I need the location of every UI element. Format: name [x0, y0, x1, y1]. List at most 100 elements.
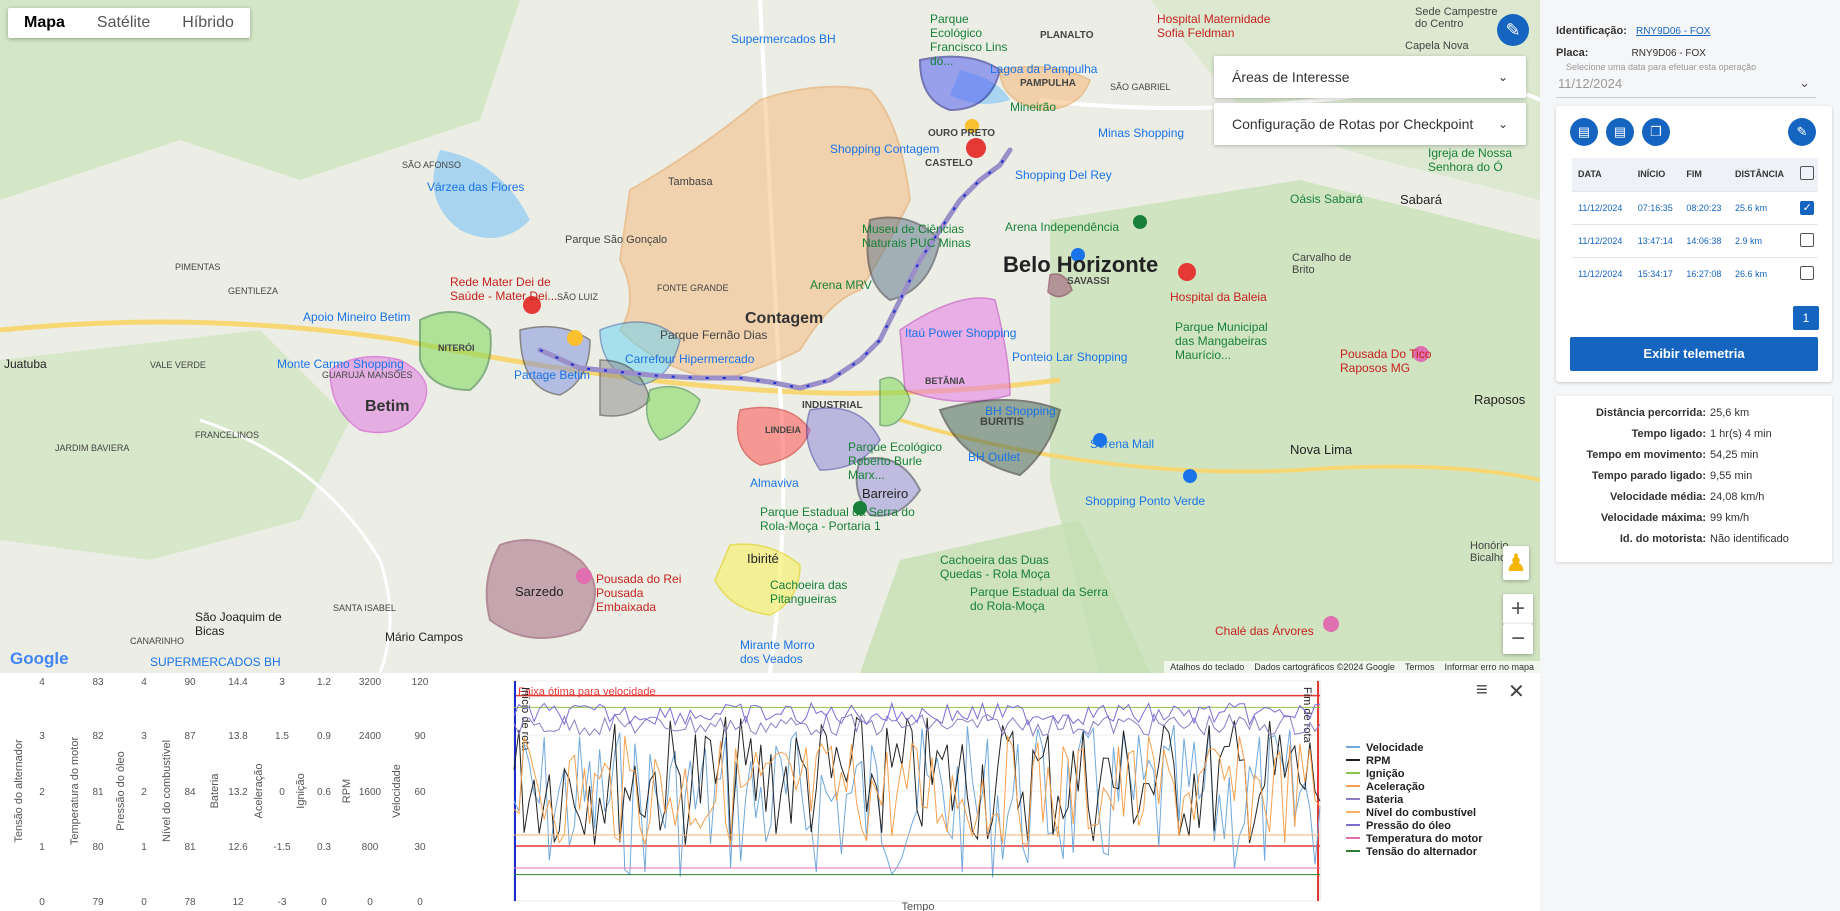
- label-raposos: Raposos: [1474, 392, 1526, 407]
- map-view[interactable]: Belo Horizonte Contagem Betim Sarzedo Ib…: [0, 0, 1540, 673]
- axis-title: Aceleração: [253, 763, 265, 818]
- export-excel-button[interactable]: ▤: [1606, 118, 1634, 146]
- axis-tick-label: 84: [184, 787, 196, 798]
- legend-item: Aceleração: [1366, 781, 1425, 793]
- axis-title: Nível do combustível: [161, 740, 173, 842]
- stat-label: Distância percorrida:: [1595, 407, 1706, 419]
- stat-label: Tempo ligado:: [1631, 428, 1706, 440]
- label-juatuba: Juatuba: [4, 357, 47, 371]
- legend-item: Temperatura do motor: [1366, 833, 1483, 845]
- trips-table: DATA INÍCIO FIM DISTÂNCIA 11/12/2024 07:…: [1572, 158, 1818, 290]
- terms-link[interactable]: Termos: [1405, 662, 1435, 672]
- legend-item: Nível do combustível: [1366, 807, 1476, 819]
- table-row[interactable]: 11/12/2024 13:47:14 14:06:38 2.9 km: [1572, 223, 1818, 257]
- table-row[interactable]: 11/12/2024 15:34:17 16:27:08 26.6 km: [1572, 256, 1818, 290]
- label-chale-arvores: Chalé das Árvores: [1215, 624, 1314, 638]
- cell-data: 11/12/2024: [1572, 223, 1632, 257]
- brush-icon: ✎: [1796, 124, 1808, 139]
- keyboard-shortcuts-link[interactable]: Atalhos do teclado: [1170, 662, 1244, 672]
- report-error-link[interactable]: Informar erro no mapa: [1444, 662, 1534, 672]
- label-pousada-rei: Pousada do Rei Pousada Embaixada: [596, 572, 682, 614]
- rotas-checkpoint-panel[interactable]: Configuração de Rotas por Checkpoint ⌄: [1214, 103, 1526, 145]
- chevron-down-icon: ⌄: [1497, 117, 1508, 131]
- table-row[interactable]: 11/12/2024 07:16:35 08:20:23 25.6 km ✓: [1572, 190, 1818, 224]
- stat-row: Distância percorrida: 25,6 km: [1556, 407, 1749, 419]
- stat-row: Velocidade máxima: 99 km/h: [1556, 512, 1749, 524]
- axis-tick-label: 2400: [359, 731, 382, 742]
- export-pdf-button[interactable]: ▤: [1570, 118, 1598, 146]
- areas-interesse-panel[interactable]: Áreas de Interesse ⌄: [1214, 56, 1526, 98]
- axis-tick-label: 0: [39, 897, 45, 908]
- legend-item: Ignição: [1366, 768, 1405, 780]
- legend-item: Bateria: [1366, 794, 1404, 806]
- axis-tick-label: 2: [39, 787, 45, 798]
- telemetry-chart-svg: 4 3 2 1 0 Tensão do alternador 83 82 81 80 79 Tempe…: [13, 677, 1483, 911]
- date-select[interactable]: 11/12/2024 ⌄: [1556, 72, 1816, 98]
- pagination-page[interactable]: 1: [1793, 306, 1819, 330]
- copy-button[interactable]: ❐: [1642, 118, 1670, 146]
- axis-tick-label: 81: [184, 842, 196, 853]
- tab-hibrido[interactable]: Híbrido: [166, 8, 250, 38]
- zoom-out-button[interactable]: −: [1503, 624, 1533, 654]
- axis-tick-label: 3: [141, 731, 147, 742]
- date-value: 11/12/2024: [1558, 76, 1623, 91]
- stat-value: 1 hr(s) 4 min: [1710, 428, 1772, 440]
- row-checkbox[interactable]: [1800, 232, 1815, 247]
- placa-label: Placa:: [1556, 47, 1589, 59]
- header-checkbox[interactable]: [1794, 158, 1818, 191]
- axis-tick-label: 3: [279, 677, 285, 688]
- exibir-telemetria-button[interactable]: Exibir telemetria: [1570, 337, 1818, 371]
- label-arena-mrv: Arena MRV: [810, 278, 872, 292]
- stat-row: Velocidade média: 24,08 km/h: [1556, 491, 1764, 503]
- map-canvas[interactable]: [0, 0, 1540, 673]
- cell-fim: 08:20:23: [1680, 190, 1730, 224]
- axis-tick-label: 87: [184, 731, 196, 742]
- header-data: DATA: [1572, 158, 1632, 191]
- axis-tick-label: 1.5: [275, 731, 289, 742]
- clear-button[interactable]: ✎: [1788, 118, 1816, 146]
- axis-tick-label: 2: [141, 787, 147, 798]
- axis-title: RPM: [341, 779, 353, 803]
- label-ouro-preto: OURO PRETO: [928, 128, 996, 139]
- label-mineirao: Mineirão: [1010, 100, 1057, 114]
- axis-tick-label: 0.6: [317, 787, 331, 798]
- label-jardim-baviera: JARDIM BAVIERA: [55, 443, 130, 453]
- label-serena-mall: Serena Mall: [1090, 437, 1155, 451]
- label-supermercados-bh2: SUPERMERCADOS BH: [150, 655, 281, 669]
- select-all-checkbox[interactable]: [1800, 166, 1815, 181]
- header-fim: FIM: [1680, 158, 1730, 191]
- axis-tick-label: 3200: [359, 677, 382, 688]
- label-bh-shopping: BH Shopping: [985, 404, 1056, 418]
- tab-satelite[interactable]: Satélite: [81, 8, 166, 38]
- axis-tick-label: 30: [414, 842, 426, 853]
- label-sao-gabriel: SÃO GABRIEL: [1110, 82, 1171, 92]
- label-sao-goncalo: Parque São Gonçalo: [565, 234, 668, 246]
- areas-interesse-label: Áreas de Interesse: [1232, 69, 1350, 85]
- street-view-button[interactable]: ♟: [1503, 546, 1529, 580]
- copy-icon: ❐: [1650, 124, 1662, 139]
- tab-mapa[interactable]: Mapa: [8, 8, 81, 38]
- label-barreiro: Barreiro: [862, 486, 909, 501]
- label-oasis: Oásis Sabará: [1290, 192, 1363, 206]
- draw-tool-button[interactable]: ✎: [1497, 14, 1529, 46]
- header-inicio: INÍCIO: [1631, 158, 1681, 191]
- stat-label: Velocidade média:: [1610, 491, 1706, 503]
- file-icon: ▤: [1577, 124, 1591, 139]
- label-bh-outlet: BH Outlet: [968, 450, 1021, 464]
- stat-value: Não identificado: [1710, 533, 1789, 545]
- row-checkbox[interactable]: ✓: [1800, 200, 1815, 215]
- label-cachoeira-pit: Cachoeira das Pitangueiras: [770, 578, 848, 606]
- chart-menu-icon[interactable]: ≡: [1476, 679, 1488, 702]
- label-canarinho: CANARINHO: [130, 636, 185, 646]
- legend-item: RPM: [1366, 755, 1390, 767]
- identificacao-link[interactable]: RNY9D06 - FOX: [1636, 26, 1710, 37]
- label-hospital-sofia: Hospital Maternidade Sofia Feldman: [1157, 12, 1271, 40]
- telemetry-chart: 4 3 2 1 0 Tensão do alternador 83 82 81 80 79 Tempe…: [0, 673, 1540, 911]
- label-parque-pampulha: Parque Ecológico Francisco Lins do...: [930, 12, 1008, 68]
- axis-tick-label: 0: [141, 897, 147, 908]
- label-guaruja: GUARUJÁ MANSÕES: [322, 370, 413, 380]
- row-checkbox[interactable]: [1800, 265, 1815, 280]
- close-icon[interactable]: ✕: [1508, 679, 1525, 704]
- label-parque-municipal: Parque Municipal das Mangabeiras Mauríci…: [1175, 320, 1268, 362]
- zoom-in-button[interactable]: +: [1503, 594, 1533, 624]
